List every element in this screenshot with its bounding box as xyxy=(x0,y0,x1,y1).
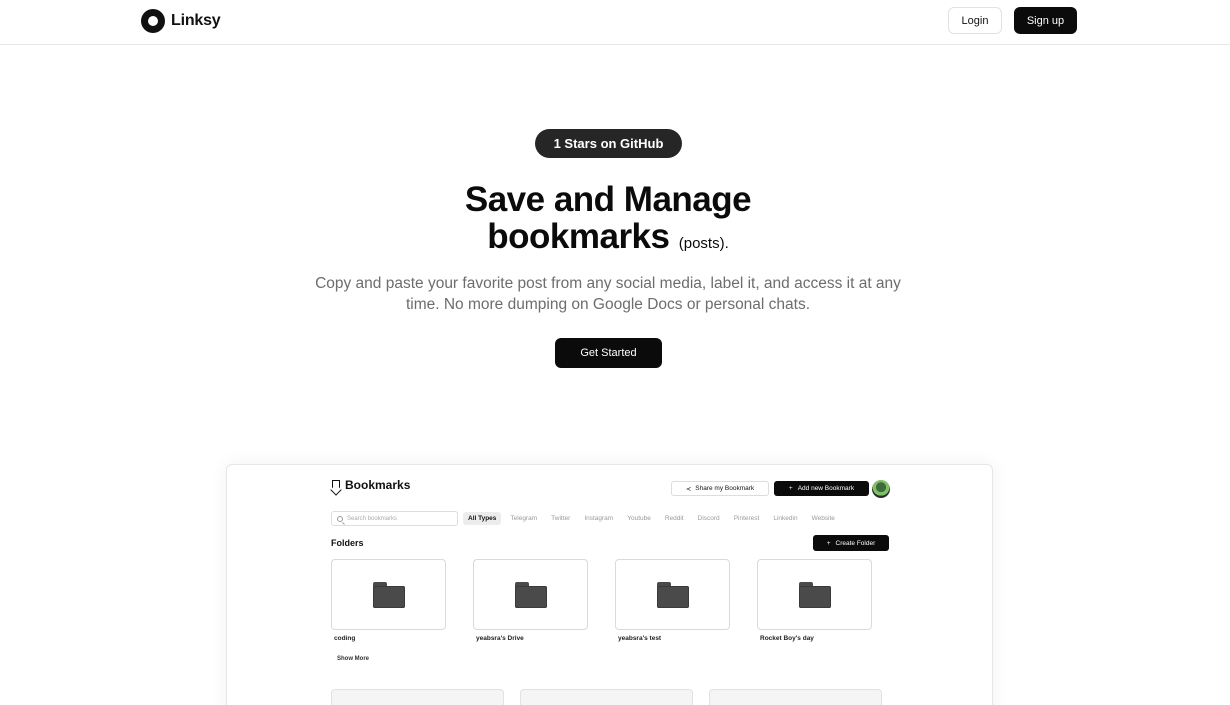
login-button[interactable]: Login xyxy=(948,7,1002,34)
filter-pinterest[interactable]: Pinterest xyxy=(729,512,765,525)
folder-icon xyxy=(515,582,547,608)
bookmark-card[interactable] xyxy=(709,689,882,705)
signup-button[interactable]: Sign up xyxy=(1014,7,1077,34)
folder-icon xyxy=(799,582,831,608)
plus-icon: + xyxy=(788,485,793,492)
search-placeholder: Search bookmarks xyxy=(347,515,398,522)
hero-title: Save and Manage bookmarks (posts). xyxy=(340,181,876,262)
hero-title-aside: (posts). xyxy=(678,235,729,252)
top-nav: Linksy Login Sign up xyxy=(0,0,1230,45)
filter-instagram[interactable]: Instagram xyxy=(579,512,618,525)
search-icon xyxy=(337,515,343,522)
preview-title-text: Bookmarks xyxy=(345,478,411,492)
add-bookmark-label: Add new Bookmark xyxy=(797,485,855,492)
avatar[interactable] xyxy=(872,480,890,498)
share-bookmark-label: Share my Bookmark xyxy=(695,485,755,492)
bookmark-card[interactable] xyxy=(520,689,693,705)
folder-card[interactable] xyxy=(473,559,588,630)
folder-card[interactable] xyxy=(615,559,730,630)
folder-name: yeabsra's test xyxy=(618,635,662,642)
logo-icon xyxy=(141,9,165,33)
folder-icon xyxy=(373,582,405,608)
filter-twitter[interactable]: Twitter xyxy=(546,512,575,525)
plus-icon: + xyxy=(826,539,831,547)
github-stars-badge[interactable]: 1 Stars on GitHub xyxy=(535,129,682,158)
filter-linkedin[interactable]: Linkedin xyxy=(768,512,802,525)
add-bookmark-button[interactable]: + Add new Bookmark xyxy=(774,481,869,496)
folders-heading: Folders xyxy=(331,538,364,548)
filter-discord[interactable]: Discord xyxy=(693,512,725,525)
brand-name: Linksy xyxy=(171,12,221,29)
share-icon: ≺ xyxy=(685,485,692,493)
filter-telegram[interactable]: Telegram xyxy=(505,512,542,525)
filter-all-types[interactable]: All Types xyxy=(463,512,502,525)
bookmark-card[interactable] xyxy=(331,689,504,705)
folder-name: yeabsra's Drive xyxy=(476,635,524,642)
folder-card[interactable] xyxy=(757,559,872,630)
preview-title: Bookmarks xyxy=(332,478,410,492)
create-folder-label: Create Folder xyxy=(835,539,876,547)
bookmark-icon xyxy=(332,479,340,491)
share-bookmark-button[interactable]: ≺ Share my Bookmark xyxy=(671,481,769,496)
filter-youtube[interactable]: Youtube xyxy=(622,512,656,525)
show-more-button[interactable]: Show More xyxy=(337,656,369,662)
create-folder-button[interactable]: + Create Folder xyxy=(813,535,889,551)
app-preview: Bookmarks ≺ Share my Bookmark + Add new … xyxy=(226,464,993,705)
search-input[interactable]: Search bookmarks xyxy=(331,511,458,526)
brand[interactable]: Linksy xyxy=(141,9,221,33)
hero-title-line2: bookmarks xyxy=(487,217,670,256)
hero-title-line1: Save and Manage xyxy=(464,180,752,219)
folder-card[interactable] xyxy=(331,559,446,630)
filter-website[interactable]: Website xyxy=(807,512,840,525)
folder-name: coding xyxy=(334,635,356,642)
hero-subtitle: Copy and paste your favorite post from a… xyxy=(315,275,901,313)
folder-icon xyxy=(657,582,689,608)
type-filters: All Types Telegram Twitter Instagram You… xyxy=(463,512,844,525)
folder-name: Rocket Boy's day xyxy=(760,635,814,642)
get-started-button[interactable]: Get Started xyxy=(555,338,662,368)
filter-reddit[interactable]: Reddit xyxy=(660,512,689,525)
